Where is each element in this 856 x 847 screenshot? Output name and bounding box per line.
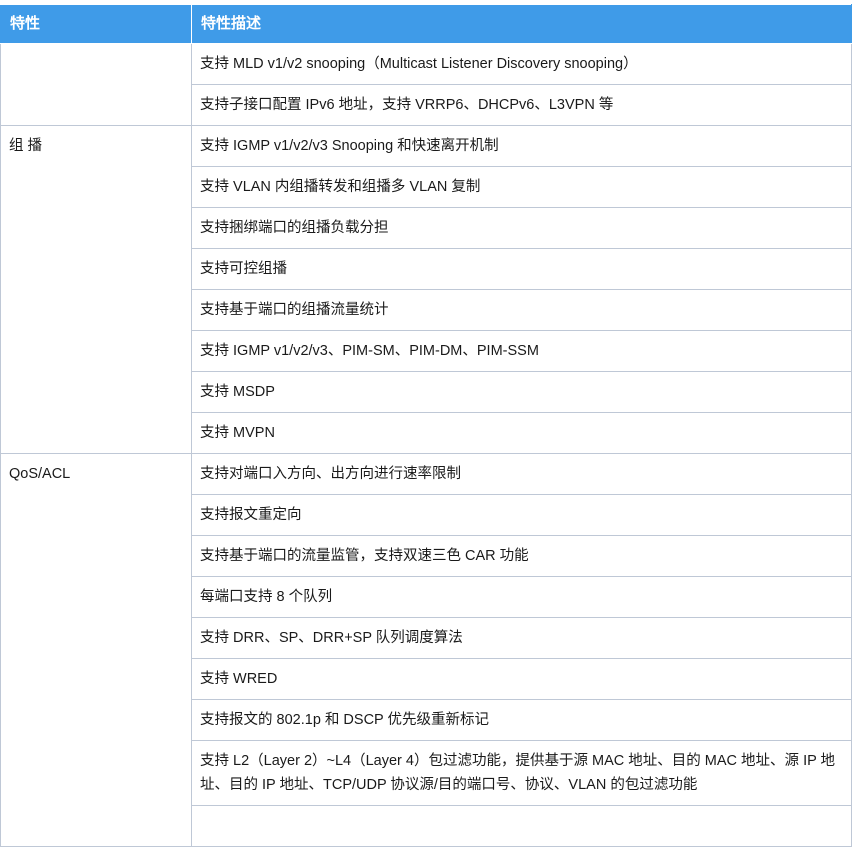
table-row: QoS/ACL 支持对端口入方向、出方向进行速率限制 <box>0 453 852 847</box>
table-body: 支持 MLD v1/v2 snooping（Multicast Listener… <box>0 43 852 847</box>
description-cell: 支持 L2（Layer 2）~L4（Layer 4）包过滤功能，提供基于源 MA… <box>191 740 852 806</box>
description-cell: 支持可控组播 <box>191 248 852 290</box>
header-feature: 特性 <box>0 4 192 44</box>
feature-cell <box>0 43 192 126</box>
description-cell: 支持捆绑端口的组播负载分担 <box>191 207 852 249</box>
description-cell: 支持 VLAN 内组播转发和组播多 VLAN 复制 <box>191 166 852 208</box>
description-cell: 支持基于端口的流量监管，支持双速三色 CAR 功能 <box>191 535 852 577</box>
description-cell: 支持 DRR、SP、DRR+SP 队列调度算法 <box>191 617 852 659</box>
description-cell: 支持 MSDP <box>191 371 852 413</box>
feature-cell: QoS/ACL <box>0 453 192 847</box>
description-cell: 支持 MVPN <box>191 412 852 454</box>
header-description: 特性描述 <box>191 4 852 44</box>
description-cell: 支持报文重定向 <box>191 494 852 536</box>
description-cell: 支持 IGMP v1/v2/v3 Snooping 和快速离开机制 <box>191 125 852 167</box>
table-row: 组 播支持 IGMP v1/v2/v3 Snooping 和快速离开机制 <box>0 125 852 454</box>
table-row: 支持 MLD v1/v2 snooping（Multicast Listener… <box>0 43 852 126</box>
description-cell: 支持 IGMP v1/v2/v3、PIM-SM、PIM-DM、PIM-SSM <box>191 330 852 372</box>
feature-cell: 组 播 <box>0 125 192 454</box>
description-cell: 支持 WRED <box>191 658 852 700</box>
header-row: 特性 特性描述 <box>0 4 852 44</box>
table-header: 特性 特性描述 <box>0 4 852 44</box>
feature-spec-table: 特性 特性描述 支持 MLD v1/v2 snooping（Multicast … <box>0 4 852 847</box>
description-cell: 支持基于端口的组播流量统计 <box>191 289 852 331</box>
spec-table-page: 特性 特性描述 支持 MLD v1/v2 snooping（Multicast … <box>0 0 856 847</box>
description-cell: 每端口支持 8 个队列 <box>191 576 852 618</box>
description-cell: 支持 MLD v1/v2 snooping（Multicast Listener… <box>191 43 852 85</box>
description-cell <box>191 805 852 847</box>
description-cell: 支持子接口配置 IPv6 地址，支持 VRRP6、DHCPv6、L3VPN 等 <box>191 84 852 126</box>
description-cell: 支持对端口入方向、出方向进行速率限制 <box>191 453 852 495</box>
description-cell: 支持报文的 802.1p 和 DSCP 优先级重新标记 <box>191 699 852 741</box>
